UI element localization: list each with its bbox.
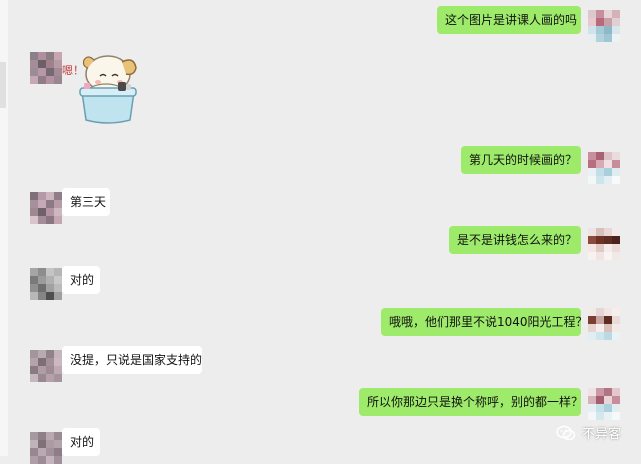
watermark-text: 不异客 (581, 427, 621, 442)
avatar-contact[interactable] (30, 432, 62, 464)
avatar-self[interactable] (588, 152, 620, 184)
chat-window: 这个图片是讲课人画的吗 嗯！ 第几天的时候画的？ 第三天 是不是讲钱怎么来的？ … (0, 0, 641, 464)
message-bubble[interactable]: 第几天的时候画的？ (461, 146, 581, 174)
message-bubble[interactable]: 没提，只说是国家支持的 (62, 346, 202, 374)
avatar-contact[interactable] (30, 192, 62, 224)
sticker-caption: 嗯！ (62, 64, 84, 77)
avatar-self[interactable] (588, 10, 620, 42)
message-bubble[interactable]: 对的 (62, 266, 100, 294)
watermark: 不异客 (556, 423, 621, 442)
avatar-self[interactable] (588, 388, 620, 420)
avatar-self[interactable] (588, 308, 620, 340)
avatar-contact[interactable] (30, 52, 62, 84)
side-strip (0, 0, 8, 456)
wechat-icon (556, 425, 576, 440)
message-bubble[interactable]: 第三天 (62, 188, 110, 216)
message-bubble[interactable]: 哦哦，他们那里不说1040阳光工程？ (381, 308, 581, 336)
message-bubble[interactable]: 这个图片是讲课人画的吗 (437, 6, 581, 34)
avatar-contact[interactable] (30, 350, 62, 382)
message-bubble[interactable]: 对的 (62, 428, 100, 456)
avatar-self[interactable] (588, 228, 620, 260)
message-bubble[interactable]: 所以你那边只是换个称呼，别的都一样？ (359, 388, 581, 416)
message-bubble[interactable]: 是不是讲钱怎么来的？ (449, 226, 581, 254)
avatar-contact[interactable] (30, 268, 62, 300)
